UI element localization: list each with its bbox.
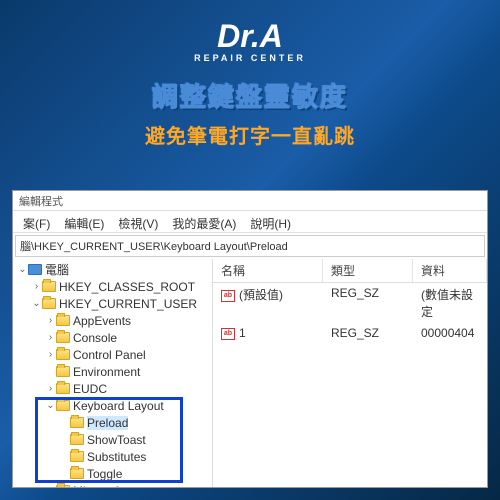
cell-name: 1	[239, 326, 246, 340]
tree-label: Toggle	[87, 467, 122, 481]
tree-item-controlpanel[interactable]: › Control Panel	[13, 346, 212, 363]
address-bar[interactable]: 腦\HKEY_CURRENT_USER\Keyboard Layout\Prel…	[15, 235, 485, 257]
tree-item-toggle[interactable]: Toggle	[13, 465, 212, 482]
chevron-right-icon[interactable]: ›	[45, 332, 56, 343]
folder-icon	[70, 417, 84, 428]
string-icon: ab	[221, 328, 235, 340]
list-header: 名稱 類型 資料	[213, 259, 487, 283]
folder-icon	[56, 349, 70, 360]
tree-label: Control Panel	[73, 348, 146, 362]
folder-icon	[56, 400, 70, 411]
cell-type: REG_SZ	[323, 324, 413, 342]
tree-label-selected: Preload	[87, 416, 128, 430]
tree-label: Substitutes	[87, 450, 146, 464]
brand-logo: Dr.A REPAIR CENTER	[0, 0, 500, 71]
tree-item-eudc[interactable]: › EUDC	[13, 380, 212, 397]
tree-item-appevents[interactable]: › AppEvents	[13, 312, 212, 329]
regedit-window: 編輯程式 案(F) 編輯(E) 檢視(V) 我的最愛(A) 說明(H) 腦\HK…	[12, 190, 488, 488]
tree-hkcu[interactable]: ⌄ HKEY_CURRENT_USER	[13, 295, 212, 312]
col-header-type[interactable]: 類型	[323, 259, 413, 282]
tree-label: AppEvents	[73, 314, 131, 328]
folder-icon	[56, 315, 70, 326]
tree-label: HKEY_CLASSES_ROOT	[59, 280, 195, 294]
cell-data: (數值未設定	[413, 284, 487, 322]
folder-icon	[70, 468, 84, 479]
tree-item-preload[interactable]: Preload	[13, 414, 212, 431]
tree-label: Microsoft	[73, 484, 122, 488]
headline-sub: 避免筆電打字一直亂跳	[0, 120, 500, 149]
cell-type: REG_SZ	[323, 284, 413, 322]
tree-item-showtoast[interactable]: ShowToast	[13, 431, 212, 448]
cell-name: (預設值)	[239, 288, 283, 302]
tree-root[interactable]: ⌄ 電腦	[13, 261, 212, 278]
string-icon: ab	[221, 290, 235, 302]
folder-icon	[56, 383, 70, 394]
chevron-right-icon[interactable]: ›	[45, 315, 56, 326]
menu-help[interactable]: 說明(H)	[244, 213, 297, 230]
tree-label: HKEY_CURRENT_USER	[59, 297, 197, 311]
cell-data: 00000404	[413, 324, 487, 342]
logo-text: Dr.A	[217, 18, 283, 55]
col-header-data[interactable]: 資料	[413, 259, 487, 282]
tree-label: Environment	[73, 365, 140, 379]
folder-icon	[42, 281, 56, 292]
tree-item-kbdlayout[interactable]: ⌄ Keyboard Layout	[13, 397, 212, 414]
window-titlebar: 編輯程式	[13, 191, 487, 211]
menu-edit[interactable]: 編輯(E)	[58, 213, 110, 230]
tree-pane[interactable]: ⌄ 電腦 › HKEY_CLASSES_ROOT ⌄ HKEY_CURRENT_USE…	[13, 259, 213, 487]
tree-label: Console	[73, 331, 117, 345]
chevron-right-icon[interactable]: ›	[45, 485, 56, 487]
folder-icon	[42, 298, 56, 309]
list-row[interactable]: ab 1 REG_SZ 00000404	[213, 323, 487, 343]
tree-item-microsoft[interactable]: › Microsoft	[13, 482, 212, 487]
tree-label: EUDC	[73, 382, 107, 396]
menu-view[interactable]: 檢視(V)	[112, 213, 164, 230]
folder-icon	[70, 451, 84, 462]
tree-label: ShowToast	[87, 433, 146, 447]
pc-icon	[28, 264, 42, 275]
chevron-down-icon[interactable]: ⌄	[45, 400, 56, 411]
folder-icon	[56, 332, 70, 343]
tree-label: Keyboard Layout	[73, 399, 164, 413]
headline-main: 調整鍵盤靈敏度	[0, 77, 500, 114]
chevron-right-icon[interactable]: ›	[45, 383, 56, 394]
tree-item-environment[interactable]: Environment	[13, 363, 212, 380]
folder-icon	[56, 366, 70, 377]
chevron-right-icon[interactable]: ›	[45, 349, 56, 360]
menubar: 案(F) 編輯(E) 檢視(V) 我的最愛(A) 說明(H)	[13, 211, 487, 233]
tree-item-substitutes[interactable]: Substitutes	[13, 448, 212, 465]
folder-icon	[70, 434, 84, 445]
col-header-name[interactable]: 名稱	[213, 259, 323, 282]
chevron-down-icon[interactable]: ⌄	[17, 264, 28, 275]
tree-item-console[interactable]: › Console	[13, 329, 212, 346]
menu-favorites[interactable]: 我的最愛(A)	[166, 213, 242, 230]
menu-file[interactable]: 案(F)	[17, 213, 56, 230]
tree-label: 電腦	[45, 261, 69, 278]
folder-icon	[56, 485, 70, 487]
list-row[interactable]: ab (預設值) REG_SZ (數值未設定	[213, 283, 487, 323]
chevron-right-icon[interactable]: ›	[31, 281, 42, 292]
chevron-down-icon[interactable]: ⌄	[31, 298, 42, 309]
tree-hkcr[interactable]: › HKEY_CLASSES_ROOT	[13, 278, 212, 295]
list-pane[interactable]: 名稱 類型 資料 ab (預設值) REG_SZ (數值未設定 ab 1 REG_S…	[213, 259, 487, 487]
